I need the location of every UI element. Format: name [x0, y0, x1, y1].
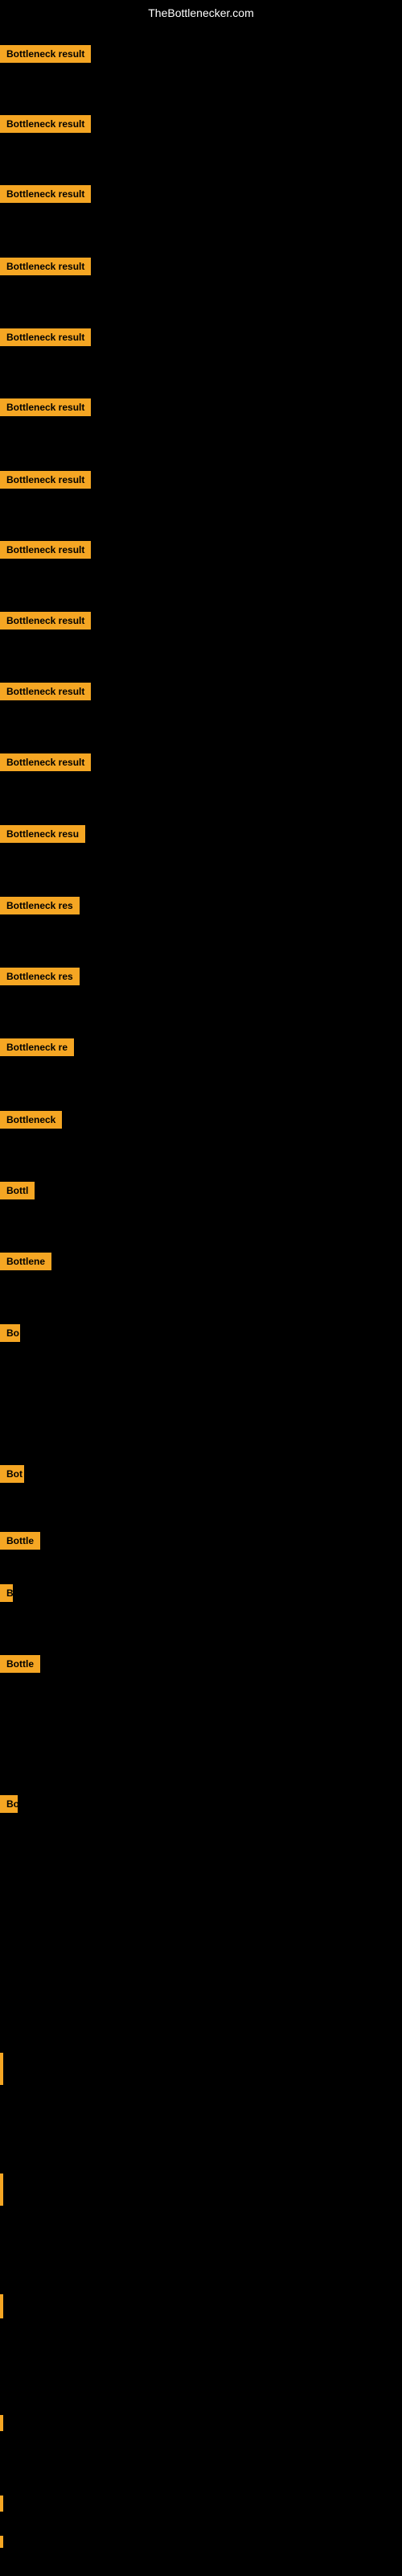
badge-label-5: Bottleneck result [0, 398, 91, 416]
bottleneck-badge-25: Bo [0, 1795, 18, 1817]
badge-label-20: Bot [0, 1465, 24, 1483]
badge-label-2: Bottleneck result [0, 185, 91, 203]
badge-label-17: Bottlene [0, 1253, 51, 1270]
bottleneck-badge-18: Bo [0, 1324, 20, 1346]
bottleneck-badge-2: Bottleneck result [0, 185, 91, 207]
bottleneck-badge-3: Bottleneck result [0, 258, 91, 279]
badge-label-7: Bottleneck result [0, 541, 91, 559]
badge-label-14: Bottleneck re [0, 1038, 74, 1056]
bottleneck-badge-23: Bottle [0, 1655, 40, 1677]
badge-label-0: Bottleneck result [0, 45, 91, 63]
bottleneck-badge-12: Bottleneck res [0, 897, 80, 919]
badge-label-4: Bottleneck result [0, 328, 91, 346]
bottleneck-badge-9: Bottleneck result [0, 683, 91, 704]
vertical-bar-1 [0, 2174, 3, 2206]
vertical-bar-0 [0, 2053, 3, 2085]
bottleneck-badge-10: Bottleneck result [0, 753, 91, 775]
bottleneck-badge-21: Bottle [0, 1532, 40, 1554]
badge-label-18: Bo [0, 1324, 20, 1342]
bottleneck-badge-11: Bottleneck resu [0, 825, 85, 847]
badge-label-22: B [0, 1584, 13, 1602]
bottleneck-badge-6: Bottleneck result [0, 471, 91, 493]
bottleneck-badge-20: Bot [0, 1465, 24, 1487]
bottleneck-badge-22: B [0, 1584, 13, 1606]
bottleneck-badge-15: Bottleneck [0, 1111, 62, 1133]
bottleneck-badge-5: Bottleneck result [0, 398, 91, 420]
badge-label-23: Bottle [0, 1655, 40, 1673]
badge-label-11: Bottleneck resu [0, 825, 85, 843]
vertical-bar-3 [0, 2415, 3, 2431]
badge-label-15: Bottleneck [0, 1111, 62, 1129]
bottleneck-badge-8: Bottleneck result [0, 612, 91, 634]
bottleneck-badge-13: Bottleneck res [0, 968, 80, 989]
bottleneck-badge-0: Bottleneck result [0, 45, 91, 67]
badge-label-25: Bo [0, 1795, 18, 1813]
badge-label-13: Bottleneck res [0, 968, 80, 985]
badge-label-16: Bottl [0, 1182, 35, 1199]
vertical-bar-5 [0, 2536, 3, 2548]
badge-label-8: Bottleneck result [0, 612, 91, 630]
vertical-bar-4 [0, 2496, 3, 2512]
badge-label-12: Bottleneck res [0, 897, 80, 914]
site-title: TheBottlenecker.com [0, 0, 402, 26]
vertical-bar-2 [0, 2294, 3, 2318]
bottleneck-badge-17: Bottlene [0, 1253, 51, 1274]
badge-label-10: Bottleneck result [0, 753, 91, 771]
badge-label-6: Bottleneck result [0, 471, 91, 489]
bottleneck-badge-7: Bottleneck result [0, 541, 91, 563]
bottleneck-badge-14: Bottleneck re [0, 1038, 74, 1060]
badge-label-21: Bottle [0, 1532, 40, 1550]
badge-label-9: Bottleneck result [0, 683, 91, 700]
badge-label-3: Bottleneck result [0, 258, 91, 275]
bottleneck-badge-1: Bottleneck result [0, 115, 91, 137]
badge-label-1: Bottleneck result [0, 115, 91, 133]
bottleneck-badge-4: Bottleneck result [0, 328, 91, 350]
bottleneck-badge-16: Bottl [0, 1182, 35, 1203]
